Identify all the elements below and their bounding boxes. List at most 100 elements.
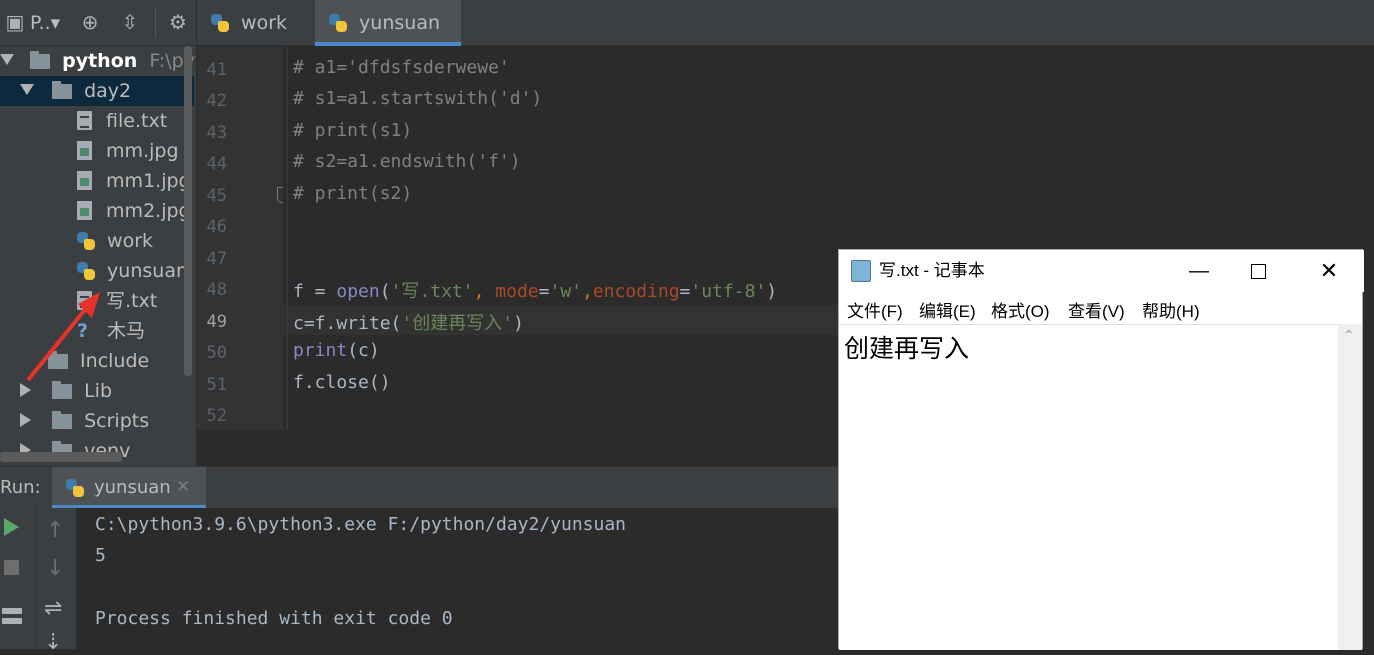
run-console-output[interactable]: C:\python3.9.6\python3.exe F:/python/day…	[76, 508, 838, 649]
code-token: =	[679, 281, 691, 302]
code-token: encoding	[592, 281, 680, 302]
tree-item-label: mm2.jpg	[106, 200, 191, 222]
tree-scrollbar[interactable]	[184, 46, 192, 376]
tab-yunsuan[interactable]: yunsuan ✕	[315, 0, 461, 80]
collapse-arrow-icon[interactable]	[20, 413, 31, 427]
minimize-icon[interactable]: —	[1179, 250, 1219, 292]
code-token: print	[293, 340, 348, 361]
menu-format[interactable]: 格式(O)	[991, 297, 1050, 322]
tree-item-yunsuan[interactable]: yunsuan	[0, 256, 190, 286]
project-view-dropdown[interactable]: P..▾	[30, 12, 60, 34]
scroll-up-icon[interactable]: ⌃	[1343, 328, 1355, 344]
code-editor[interactable]: # a1='dfdsfsderwewe' # s1=a1.startswith(…	[283, 47, 838, 430]
line-number: 48	[206, 280, 227, 300]
project-toolbar: ▣ P..▾ ⊕ ⇳ ⚙	[0, 0, 196, 46]
code-token: 'w'	[549, 281, 582, 302]
tab-label: yunsuan	[359, 12, 441, 34]
expand-arrow-icon[interactable]	[20, 84, 34, 95]
code-token: open	[336, 281, 380, 302]
scroll-to-end-icon[interactable]: ⇣	[44, 630, 62, 655]
notepad-menu-bar: 文件(F) 编辑(E) 格式(O) 查看(V) 帮助(H)	[839, 292, 1364, 322]
run-panel-header: Run: yunsuan ✕	[0, 466, 838, 508]
notepad-text-area[interactable]: 创建再写入	[839, 324, 1339, 650]
python-file-icon	[66, 479, 84, 497]
close-icon[interactable]: ✕	[1309, 250, 1349, 292]
line-number: 41	[206, 60, 227, 80]
arrow-up-icon[interactable]: ↑	[46, 518, 64, 543]
current-line-number: 49	[206, 312, 227, 332]
menu-help[interactable]: 帮助(H)	[1142, 297, 1200, 322]
menu-file[interactable]: 文件(F)	[847, 297, 903, 322]
locate-icon[interactable]: ⊕	[78, 10, 102, 34]
rerun-icon[interactable]	[4, 518, 19, 536]
tree-hscrollbar[interactable]	[0, 452, 122, 462]
notepad-scrollbar[interactable]: ⌃	[1338, 324, 1362, 650]
annotation-arrow	[26, 292, 100, 382]
tab-label: work	[241, 12, 288, 34]
tab-run-yunsuan[interactable]: yunsuan ✕	[52, 467, 206, 508]
toolbar-divider	[155, 8, 156, 38]
menu-edit[interactable]: 编辑(E)	[919, 297, 976, 322]
line-number: 47	[206, 249, 227, 269]
image-file-icon	[77, 171, 92, 190]
code-token: )	[513, 313, 524, 334]
tree-item-root[interactable]: python F:\pytho	[0, 46, 196, 76]
expand-arrow-icon[interactable]	[0, 54, 14, 65]
text-file-icon	[77, 111, 92, 130]
code-token: f =	[293, 281, 337, 302]
tree-item-file-txt[interactable]: file.txt	[0, 106, 190, 136]
python-file-icon	[329, 14, 347, 32]
python-file-icon	[77, 262, 95, 280]
notepad-title-bar[interactable]: 写.txt - 记事本 — ✕	[839, 250, 1364, 292]
line-number: 43	[206, 123, 227, 143]
tree-item-mm-jpg[interactable]: mm.jpg	[0, 136, 190, 166]
gear-icon[interactable]: ⚙	[166, 10, 190, 34]
tab-work[interactable]: work ✕	[197, 0, 315, 80]
layout-icon[interactable]	[2, 608, 22, 624]
line-number: 44	[206, 154, 227, 174]
menu-view[interactable]: 查看(V)	[1068, 297, 1125, 322]
arrow-down-icon[interactable]: ↓	[46, 556, 64, 581]
tree-item-day2[interactable]: day2	[0, 76, 194, 106]
image-file-icon	[77, 141, 92, 160]
tree-item-work[interactable]: work	[0, 226, 190, 256]
editor-tab-bar: work ✕ yunsuan ✕	[197, 0, 1374, 80]
tree-item-mm1-jpg[interactable]: mm1.jpg	[0, 166, 191, 196]
tree-item-mm2-jpg[interactable]: mm2.jpg	[0, 196, 191, 226]
editor-bottom-area	[197, 430, 838, 466]
toolbar-divider	[36, 508, 37, 649]
code-line: # print(s2)	[293, 183, 413, 204]
tree-item-label: Scripts	[84, 410, 150, 432]
folder-icon	[52, 81, 73, 99]
notepad-window: 写.txt - 记事本 — ✕ 文件(F) 编辑(E) 格式(O) 查看(V) …	[838, 249, 1364, 650]
tree-item-label: yunsuan	[107, 260, 189, 282]
line-number: 51	[206, 375, 227, 395]
image-file-icon	[77, 201, 92, 220]
line-number: 52	[206, 406, 227, 426]
collapse-all-icon[interactable]: ⇳	[118, 10, 142, 34]
soft-wrap-icon[interactable]: ⇌	[44, 596, 62, 621]
code-token: =	[538, 281, 550, 302]
folder-icon	[52, 411, 73, 429]
indent-guide	[287, 47, 288, 430]
tree-item-scripts[interactable]: Scripts	[0, 406, 190, 436]
line-number: 46	[206, 217, 227, 237]
code-token: (c)	[347, 340, 380, 361]
close-icon[interactable]: ✕	[176, 477, 190, 497]
project-tree: python F:\pytho day2 file.txt mm.jpg mm1…	[0, 46, 196, 466]
code-token: )	[766, 281, 778, 302]
notepad-title: 写.txt - 记事本	[879, 261, 985, 280]
console-line: C:\python3.9.6\python3.exe F:/python/day…	[95, 514, 627, 535]
maximize-icon[interactable]	[1251, 264, 1266, 279]
line-number: 42	[206, 91, 227, 111]
code-token: ,	[582, 281, 593, 302]
folder-icon	[30, 51, 51, 69]
code-line: f.close()	[293, 372, 391, 393]
tree-item-label: mm.jpg	[106, 140, 179, 162]
python-file-icon	[77, 232, 95, 250]
code-token: 'utf-8'	[690, 281, 767, 302]
tree-item-label: work	[107, 230, 154, 252]
stop-icon[interactable]	[4, 560, 19, 575]
console-line: 5	[95, 545, 106, 566]
python-file-icon	[211, 14, 229, 32]
